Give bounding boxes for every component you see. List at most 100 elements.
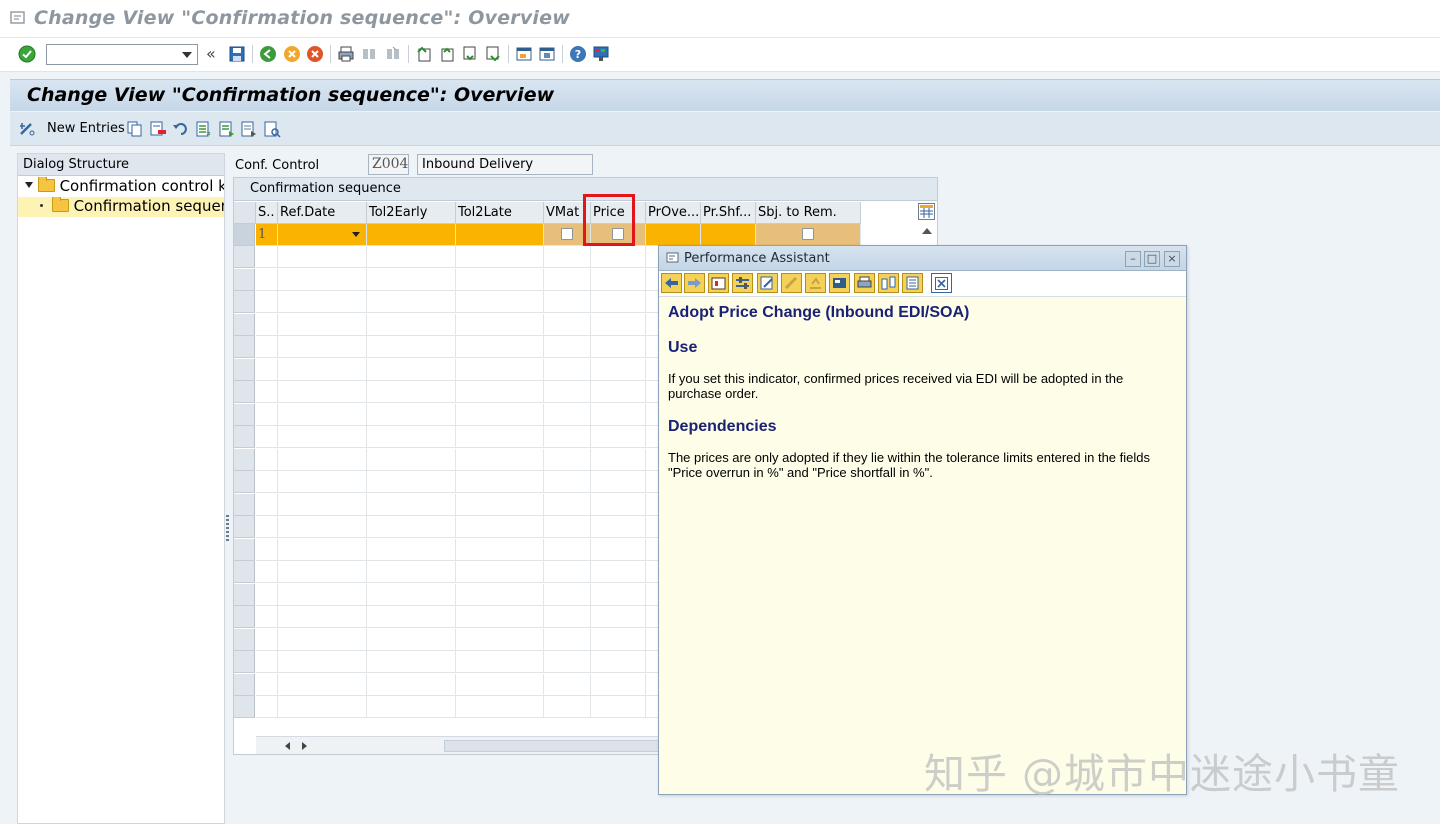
empty-cell: [591, 516, 646, 538]
scroll-thumb[interactable]: [444, 740, 684, 752]
window-menu-icon[interactable]: [10, 11, 26, 25]
deselect-all-icon[interactable]: [240, 120, 258, 138]
empty-cell: [367, 538, 456, 561]
select-block-icon[interactable]: [218, 120, 236, 138]
row-selector[interactable]: [234, 651, 255, 673]
ref-date-dropdown[interactable]: [278, 224, 367, 246]
chevron-down-icon[interactable]: [182, 52, 192, 58]
row-selector[interactable]: [234, 313, 255, 336]
column-header-price-shortfall[interactable]: Pr.Shf...: [701, 202, 756, 224]
close-icon[interactable]: [931, 273, 952, 293]
customize-layout-icon[interactable]: [591, 44, 611, 64]
row-selector[interactable]: [234, 381, 255, 403]
forward-arrow-icon[interactable]: [684, 273, 705, 293]
application-help-icon[interactable]: [829, 273, 850, 293]
row-selector[interactable]: [234, 403, 255, 426]
tree-item-confirmation-control-key[interactable]: Confirmation control key: [18, 177, 224, 197]
settings-icon[interactable]: [732, 273, 753, 293]
empty-cell: [544, 583, 591, 606]
select-all-rows-corner[interactable]: [234, 202, 256, 224]
scroll-up-icon[interactable]: [922, 228, 932, 234]
vmat-checkbox[interactable]: [561, 228, 573, 240]
tol-early-cell[interactable]: [367, 224, 456, 246]
row-selector[interactable]: [234, 493, 255, 516]
help-icon[interactable]: ?: [568, 44, 588, 64]
undo-change-icon[interactable]: [172, 120, 190, 138]
first-page-icon[interactable]: [414, 44, 434, 64]
find-icon[interactable]: [359, 44, 379, 64]
tol-late-cell[interactable]: [456, 224, 544, 246]
save-icon[interactable]: [227, 44, 247, 64]
panel-splitter[interactable]: [225, 153, 231, 824]
row-selector[interactable]: [234, 448, 255, 471]
shortcut-icon[interactable]: [537, 44, 557, 64]
cancel-icon[interactable]: [305, 44, 325, 64]
select-all-icon[interactable]: [195, 120, 213, 138]
print-field-list-icon[interactable]: [263, 120, 281, 138]
compare-icon[interactable]: [878, 273, 899, 293]
document-list-icon[interactable]: [902, 273, 923, 293]
empty-cell: [278, 651, 367, 673]
empty-cell: [591, 471, 646, 493]
scroll-right-icon[interactable]: [302, 742, 307, 750]
minimize-icon[interactable]: –: [1125, 251, 1141, 267]
column-header-tol-early[interactable]: Tol2Early: [367, 202, 456, 224]
close-icon[interactable]: ×: [1164, 251, 1180, 267]
last-page-icon[interactable]: [483, 44, 503, 64]
subject-to-reminder-checkbox[interactable]: [802, 228, 814, 240]
tree-item-confirmation-sequence[interactable]: Confirmation sequence: [18, 197, 224, 217]
row-selector[interactable]: [234, 606, 255, 628]
collapse-chevron-icon[interactable]: «: [206, 44, 216, 63]
command-field[interactable]: [46, 44, 198, 65]
row-selector[interactable]: [234, 358, 255, 381]
price-shortfall-cell[interactable]: [701, 224, 756, 246]
find-next-icon[interactable]: [383, 44, 403, 64]
column-header-sequence[interactable]: S..: [256, 202, 278, 224]
delete-icon[interactable]: [149, 120, 167, 138]
row-selector[interactable]: [234, 471, 255, 493]
row-selector[interactable]: [234, 224, 255, 246]
row-selector[interactable]: [234, 538, 255, 561]
window-menu-icon[interactable]: [666, 252, 680, 264]
copy-as-icon[interactable]: [126, 120, 144, 138]
row-selector[interactable]: [234, 583, 255, 606]
edit-icon[interactable]: [757, 273, 778, 293]
enter-check-icon[interactable]: [17, 44, 37, 64]
scroll-left-icon[interactable]: [285, 742, 290, 750]
column-header-tol-late[interactable]: Tol2Late: [456, 202, 544, 224]
column-header-ref-date[interactable]: Ref.Date: [278, 202, 367, 224]
row-selector[interactable]: [234, 561, 255, 583]
row-selector[interactable]: [234, 696, 255, 718]
price-overrun-cell[interactable]: [646, 224, 701, 246]
row-selector[interactable]: [234, 516, 255, 538]
row-selector[interactable]: [234, 268, 255, 291]
maximize-icon[interactable]: □: [1144, 251, 1160, 267]
row-selector[interactable]: [234, 291, 255, 313]
row-selector[interactable]: [234, 673, 255, 696]
back-arrow-icon[interactable]: [661, 273, 682, 293]
row-selector[interactable]: [234, 336, 255, 358]
print-icon[interactable]: [336, 44, 356, 64]
row-selector[interactable]: [234, 426, 255, 448]
technical-info-icon[interactable]: [708, 273, 729, 293]
new-entries-button[interactable]: New Entries: [47, 121, 125, 136]
print-icon[interactable]: [854, 273, 875, 293]
display-change-icon[interactable]: [18, 120, 36, 138]
back-icon[interactable]: [258, 44, 278, 64]
create-session-icon[interactable]: [514, 44, 534, 64]
splitter-grip[interactable]: [226, 515, 229, 543]
empty-cell: [456, 673, 544, 696]
chevron-down-icon[interactable]: [352, 232, 360, 237]
column-header-price-overrun[interactable]: PrOve...: [646, 202, 701, 224]
empty-cell: [456, 471, 544, 493]
glossary-icon[interactable]: [805, 273, 826, 293]
link-icon[interactable]: [781, 273, 802, 293]
next-page-icon[interactable]: [460, 44, 480, 64]
table-settings-icon[interactable]: [918, 203, 935, 220]
column-header-subject-to-reminder[interactable]: Sbj. to Rem.: [756, 202, 861, 224]
previous-page-icon[interactable]: [437, 44, 457, 64]
row-selector[interactable]: [234, 246, 255, 268]
row-selector[interactable]: [234, 628, 255, 651]
exit-icon[interactable]: [282, 44, 302, 64]
tree-expand-icon[interactable]: [25, 182, 33, 188]
